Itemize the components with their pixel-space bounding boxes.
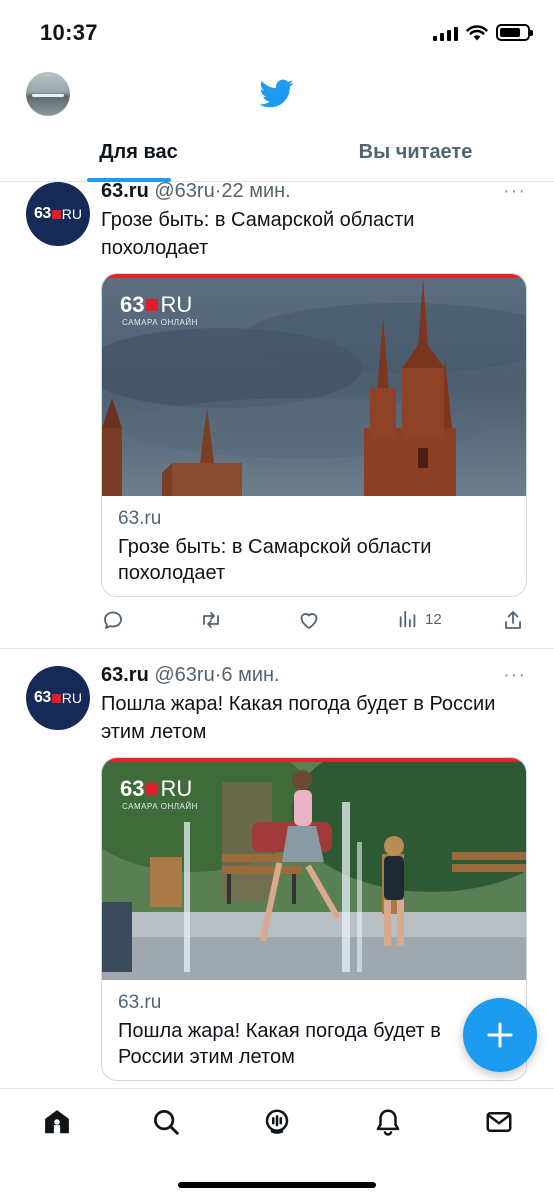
brand-logo: 63 RU bbox=[33, 689, 83, 706]
tweet-text: Пошла жара! Какая погода будет в России … bbox=[101, 693, 496, 743]
tab-for-you-label: Для вас bbox=[99, 141, 178, 163]
nav-spaces[interactable] bbox=[262, 1107, 292, 1137]
more-options-icon[interactable]: ··· bbox=[503, 664, 526, 687]
tweet-author-avatar[interactable]: 63 RU bbox=[26, 666, 90, 730]
status-bar: 10:37 bbox=[0, 0, 554, 64]
compose-button[interactable] bbox=[463, 998, 537, 1072]
tweet-time[interactable]: 6 мин. bbox=[221, 664, 279, 686]
tab-for-you[interactable]: Для вас bbox=[0, 124, 277, 181]
tweet-author-avatar[interactable]: 63 RU bbox=[26, 182, 90, 246]
tweet-time[interactable]: 22 мин. bbox=[221, 180, 290, 202]
search-icon bbox=[154, 1110, 179, 1135]
tweet-actions: 12 bbox=[101, 608, 527, 638]
brand-logo: 63 RU bbox=[33, 205, 83, 222]
views-icon bbox=[399, 610, 416, 628]
retweet-button[interactable] bbox=[199, 608, 223, 632]
battery-icon bbox=[496, 24, 533, 41]
status-icons bbox=[433, 24, 533, 41]
tweet-header: 63.ru @63ru·6 мин. bbox=[101, 664, 280, 687]
link-card[interactable]: 63 RU САМАРА ОНЛАЙН 63.ru Грозе быть: в С… bbox=[101, 273, 527, 597]
home-indicator bbox=[178, 1182, 376, 1188]
cellular-signal-icon bbox=[433, 25, 458, 41]
tweet-divider bbox=[0, 648, 554, 649]
reply-icon bbox=[104, 611, 122, 629]
author-name[interactable]: 63.ru bbox=[101, 180, 149, 202]
messages-icon bbox=[486, 1112, 512, 1132]
notifications-icon bbox=[376, 1109, 400, 1136]
image-watermark-logo: 63 RU bbox=[120, 776, 193, 801]
like-button[interactable] bbox=[297, 608, 321, 632]
card-image: 63 RU САМАРА ОНЛАЙН bbox=[102, 758, 526, 980]
nav-home[interactable] bbox=[42, 1107, 72, 1137]
image-watermark-logo: 63 RU bbox=[120, 292, 193, 317]
card-domain: 63.ru bbox=[118, 508, 162, 529]
card-title: Пошла жара! Какая погода будет в России … bbox=[118, 1020, 441, 1068]
twitter-bird-icon[interactable] bbox=[258, 76, 296, 110]
spaces-icon bbox=[265, 1109, 289, 1134]
home-icon bbox=[45, 1110, 69, 1134]
tweet-header: 63.ru @63ru·22 мин. bbox=[101, 180, 291, 203]
share-button[interactable] bbox=[501, 608, 525, 632]
card-title: Грозе быть: в Самарской области похолода… bbox=[118, 536, 432, 584]
image-watermark-sub: САМАРА ОНЛАЙН bbox=[122, 318, 198, 327]
status-time: 10:37 bbox=[40, 20, 98, 45]
author-handle[interactable]: @63ru bbox=[154, 180, 214, 202]
top-header bbox=[0, 64, 554, 124]
image-watermark-sub: САМАРА ОНЛАЙН bbox=[122, 802, 198, 811]
like-icon bbox=[300, 613, 318, 629]
card-image: 63 RU САМАРА ОНЛАЙН bbox=[102, 274, 526, 496]
card-domain: 63.ru bbox=[118, 992, 162, 1013]
nav-messages[interactable] bbox=[484, 1107, 514, 1137]
author-name[interactable]: 63.ru bbox=[101, 664, 149, 686]
reply-button[interactable] bbox=[101, 608, 125, 632]
views-count: 12 bbox=[425, 610, 442, 628]
compose-plus-icon bbox=[487, 1022, 513, 1048]
nav-notifications[interactable] bbox=[373, 1107, 403, 1137]
timeline-tabs: Для вас Вы читаете bbox=[0, 124, 554, 182]
wifi-icon bbox=[466, 24, 488, 40]
retweet-icon bbox=[203, 612, 219, 628]
profile-avatar[interactable] bbox=[26, 72, 70, 116]
tab-following[interactable]: Вы читаете bbox=[277, 124, 554, 181]
nav-search[interactable] bbox=[151, 1107, 181, 1137]
more-options-icon[interactable]: ··· bbox=[503, 180, 526, 203]
views-button[interactable]: 12 bbox=[397, 608, 442, 630]
tweet-text: Грозе быть: в Самарской области похолода… bbox=[101, 209, 415, 259]
author-handle[interactable]: @63ru bbox=[154, 664, 214, 686]
tweet[interactable]: 63 RU 63.ru @63ru·22 мин. ··· Грозе быть:… bbox=[0, 180, 554, 648]
share-icon bbox=[505, 611, 521, 629]
tab-following-label: Вы читаете bbox=[358, 141, 473, 163]
